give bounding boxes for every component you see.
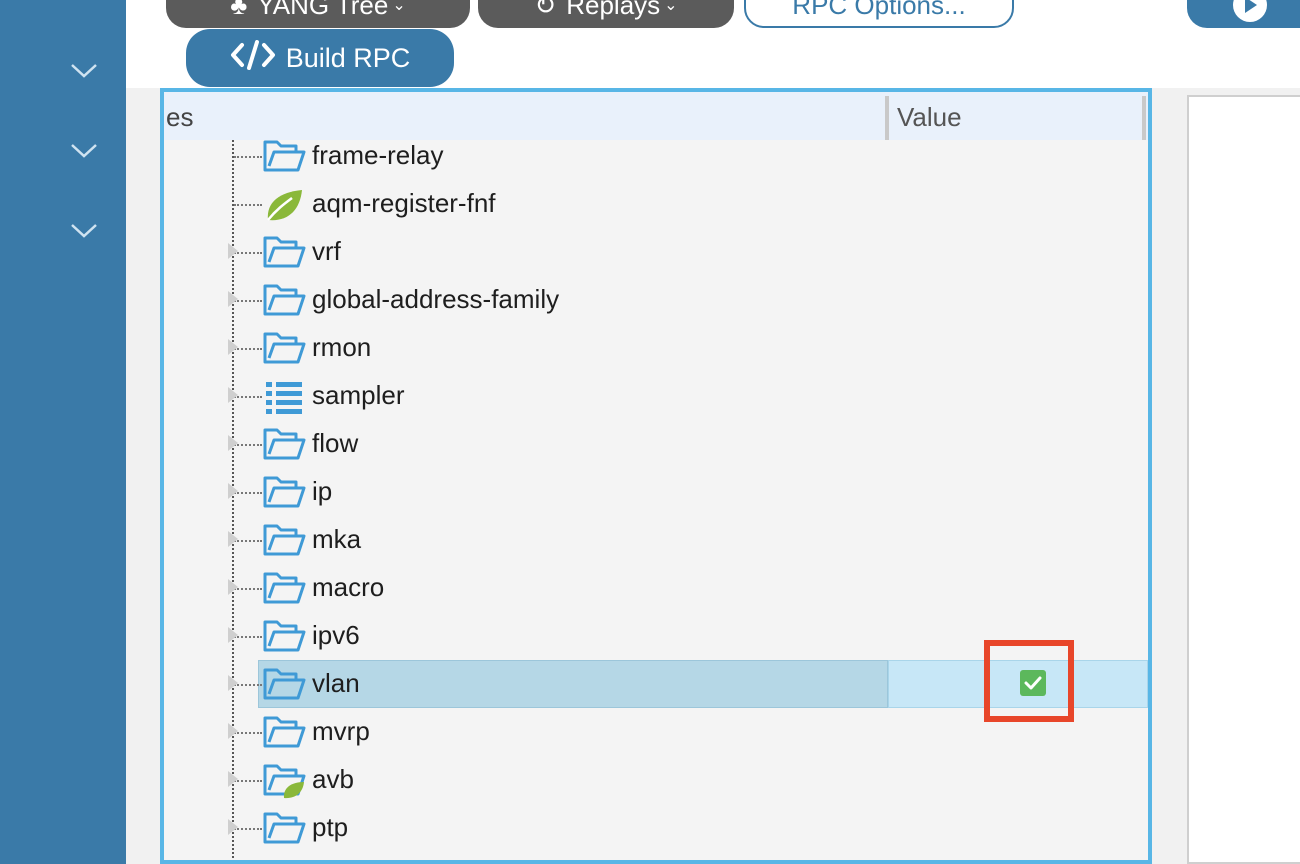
expand-arrow-icon[interactable] — [228, 579, 238, 595]
yang-tree-panel: es Value frame-relay aqm-register-fnf vr… — [160, 88, 1152, 864]
expand-arrow-icon[interactable] — [228, 339, 238, 355]
run-button[interactable] — [1187, 0, 1300, 28]
play-icon — [1233, 0, 1267, 22]
highlight-box — [984, 640, 1074, 722]
tree-connector — [234, 348, 262, 350]
left-sidebar — [0, 0, 126, 864]
chevron-down-icon[interactable] — [71, 144, 97, 158]
tree-node-label: vrf — [312, 236, 341, 266]
names-column-header[interactable]: es — [166, 102, 193, 133]
expand-arrow-icon[interactable] — [228, 387, 238, 403]
code-icon — [230, 39, 276, 77]
folder-icon — [262, 616, 306, 656]
tree-icon: ♣ — [230, 0, 248, 20]
folder-icon — [262, 712, 306, 752]
folder-icon — [262, 232, 306, 272]
folder-icon — [262, 136, 306, 176]
tree-node-label: mvrp — [312, 716, 370, 746]
folder-icon — [262, 472, 306, 512]
expand-arrow-icon[interactable] — [228, 771, 238, 787]
tree-node-label: ipv6 — [312, 620, 360, 650]
tree-node-label: global-address-family — [312, 284, 560, 314]
folder-icon — [262, 808, 306, 848]
folder-icon — [262, 424, 306, 464]
folder-icon — [262, 280, 306, 320]
list-icon — [262, 376, 306, 416]
tree-row-avb[interactable]: avb — [164, 756, 1148, 804]
yang-tree-label: YANG Tree — [257, 0, 389, 20]
tree-row-global-address-family[interactable]: global-address-family — [164, 276, 1148, 324]
folder-icon — [262, 568, 306, 608]
tree-connector — [234, 828, 262, 830]
tree-connector — [234, 444, 262, 446]
tree-connector — [234, 732, 262, 734]
tree-row-sampler[interactable]: sampler — [164, 372, 1148, 420]
tree-node-label: aqm-register-fnf — [312, 188, 496, 218]
expand-arrow-icon[interactable] — [228, 627, 238, 643]
tree-node-label: vlan — [312, 668, 360, 698]
tree-connector — [234, 252, 262, 254]
tree-row-aqm-register-fnf[interactable]: aqm-register-fnf — [164, 180, 1148, 228]
chevron-down-icon: ⌄ — [664, 0, 678, 14]
tree-node-label: macro — [312, 572, 385, 602]
replays-label: Replays — [566, 0, 661, 20]
expand-arrow-icon[interactable] — [228, 291, 238, 307]
rpc-options-label: RPC Options... — [792, 0, 966, 20]
folder-icon — [262, 328, 306, 368]
right-panel — [1187, 95, 1300, 864]
tree-row-flow[interactable]: flow — [164, 420, 1148, 468]
yang-tree-button[interactable]: ♣ YANG Tree ⌄ — [166, 0, 470, 28]
expand-arrow-icon[interactable] — [228, 483, 238, 499]
tree-node-label: rmon — [312, 332, 372, 362]
rpc-options-button[interactable]: RPC Options... — [744, 0, 1014, 28]
tree-node-label: frame-relay — [312, 140, 444, 170]
tree-connector — [234, 396, 262, 398]
tree-node-label: ptp — [312, 812, 349, 842]
tree-connector — [234, 300, 262, 302]
tree-node-label: mka — [312, 524, 362, 554]
tree-node-label: ip — [312, 476, 333, 506]
expand-arrow-icon[interactable] — [228, 243, 238, 259]
leaf-icon — [262, 184, 306, 224]
expand-arrow-icon[interactable] — [228, 675, 238, 691]
expand-arrow-icon[interactable] — [228, 435, 238, 451]
tree-node-label: flow — [312, 428, 359, 458]
replays-button[interactable]: ↻ Replays ⌄ — [478, 0, 734, 28]
tree-row-vrf[interactable]: vrf — [164, 228, 1148, 276]
value-column-header[interactable]: Value — [897, 102, 962, 133]
tree-node-label: sampler — [312, 380, 405, 410]
expand-arrow-icon[interactable] — [228, 531, 238, 547]
build-rpc-button[interactable]: Build RPC — [186, 29, 454, 87]
build-rpc-label: Build RPC — [285, 42, 411, 73]
tree-connector — [234, 204, 262, 206]
tree-connector — [234, 780, 262, 782]
tree-row-frame-relay[interactable]: frame-relay — [164, 132, 1148, 180]
refresh-icon: ↻ — [534, 0, 557, 20]
expand-arrow-icon[interactable] — [228, 819, 238, 835]
folder-leaf-icon — [262, 760, 306, 800]
folder-icon — [262, 520, 306, 560]
tree-connector — [234, 684, 262, 686]
tree-connector — [234, 588, 262, 590]
chevron-down-icon: ⌄ — [392, 0, 406, 14]
tree-row-ptp[interactable]: ptp — [164, 804, 1148, 852]
tree-node-label: avb — [312, 764, 354, 794]
tree-connector — [234, 492, 262, 494]
tree-row-mka[interactable]: mka — [164, 516, 1148, 564]
expand-arrow-icon[interactable] — [228, 723, 238, 739]
chevron-down-icon[interactable] — [71, 224, 97, 238]
tree-row-ip[interactable]: ip — [164, 468, 1148, 516]
tree-connector — [234, 540, 262, 542]
chevron-down-icon[interactable] — [71, 64, 97, 78]
tree-row-macro[interactable]: macro — [164, 564, 1148, 612]
tree-row-rmon[interactable]: rmon — [164, 324, 1148, 372]
tree-connector — [234, 636, 262, 638]
folder-icon — [262, 664, 306, 704]
tree-connector — [234, 156, 262, 158]
